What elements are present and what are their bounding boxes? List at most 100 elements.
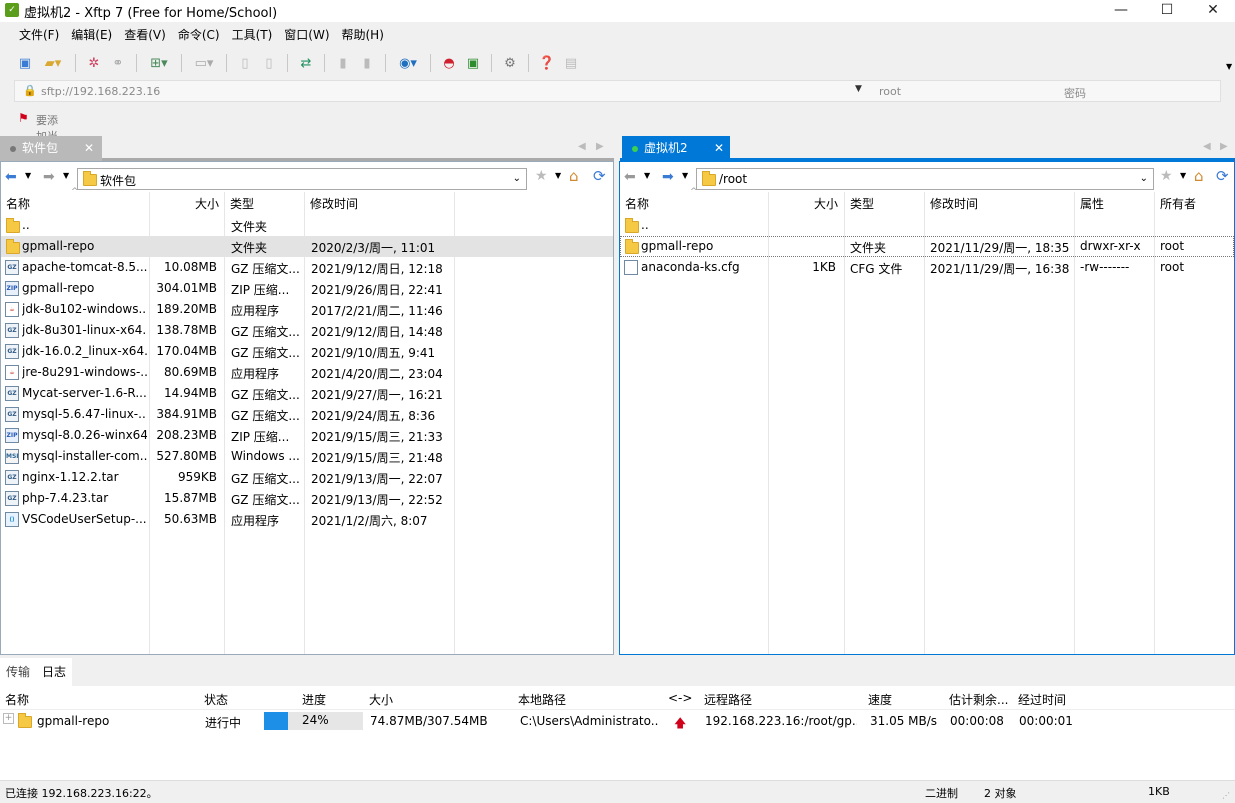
xshell-icon[interactable]: ◓ [438,52,460,74]
col-remote-path[interactable]: 远程路径 [704,691,752,708]
tab-transfers[interactable]: 传输 [0,658,37,686]
copy-icon[interactable]: ▯ [234,52,256,74]
tab-log[interactable]: 日志 [36,658,73,686]
menu-command[interactable]: 命令(C) [172,22,226,48]
menu-tools[interactable]: 工具(T) [226,22,279,48]
path-dropdown-icon[interactable]: ⌄ [513,173,521,184]
col-eta[interactable]: 估计剩余... [949,691,1008,708]
back-arrow-icon[interactable]: ⬅ [624,169,636,185]
favorites-dropdown-icon[interactable]: ▼ [1180,171,1186,180]
print-icon[interactable]: ▮ [356,52,378,74]
transfer-queue-icon[interactable]: ▭▾ [189,52,219,74]
forward-arrow-icon[interactable]: ➡ [662,169,674,185]
favorites-star-icon[interactable]: ★ [1160,168,1173,184]
menu-file[interactable]: 文件(F) [13,22,65,48]
col-size[interactable]: 大小 [814,195,838,212]
col-name[interactable]: 名称 [5,691,29,708]
disconnect-icon[interactable]: ✲ [83,52,105,74]
password-input[interactable]: 密码 [1064,85,1086,101]
menu-edit[interactable]: 编辑(E) [65,22,118,48]
forward-dropdown-icon[interactable]: ▼ [682,171,688,180]
minimize-button[interactable]: — [1098,0,1144,22]
resize-grip-icon[interactable]: ⋰ [1222,791,1230,800]
bookmark-flag-icon[interactable]: ⚑ [18,111,29,125]
new-session-icon[interactable]: ▣ [14,52,36,74]
local-file-row[interactable]: GZ php-7.4.23.tar 15.87MB GZ 压缩文... 2021/9/1… [1,488,613,509]
back-arrow-icon[interactable]: ⬅ [5,169,17,185]
col-name[interactable]: 名称 [625,195,649,212]
col-elapsed[interactable]: 经过时间 [1018,691,1066,708]
close-tab-icon[interactable]: ✕ [84,136,94,161]
col-mtime[interactable]: 修改时间 [310,195,358,212]
tab-scroll-left-icon[interactable]: ◀ [578,141,586,152]
refresh-icon[interactable]: ⟳ [593,167,606,185]
col-size[interactable]: 大小 [195,195,219,212]
col-type[interactable]: 类型 [230,195,254,212]
help-icon[interactable]: ❓ [536,52,558,74]
back-dropdown-icon[interactable]: ▼ [25,171,31,180]
username-input[interactable]: root [879,85,901,98]
col-mtime[interactable]: 修改时间 [930,195,978,212]
local-file-row[interactable]: GZ jdk-8u301-linux-x64... 138.78MB GZ 压缩文..… [1,320,613,341]
tab-scroll-right-icon[interactable]: ▶ [596,141,604,152]
back-dropdown-icon[interactable]: ▼ [644,171,650,180]
close-window-button[interactable]: ✕ [1190,0,1235,22]
xftp-icon[interactable]: ▣ [462,52,484,74]
remote-path-input[interactable]: /root ⌄ [696,168,1154,190]
home-icon[interactable]: ⌂ [569,167,579,185]
local-file-row[interactable]: GZ jdk-16.0.2_linux-x64... 170.04MB GZ 压缩文.… [1,341,613,362]
favorites-star-icon[interactable]: ★ [535,168,548,184]
local-file-row[interactable]: GZ nginx-1.12.2.tar 959KB GZ 压缩文... 2021/9/1… [1,467,613,488]
local-path-input[interactable]: 软件包 ⌄ [77,168,527,190]
transfer-row[interactable]: + gpmall-repo 进行中 24% 74.87MB/307.54MB C… [0,710,1235,732]
col-size[interactable]: 大小 [369,691,393,708]
col-progress[interactable]: 进度 [302,691,326,708]
local-file-row[interactable]: ZIP gpmall-repo 304.01MB ZIP 压缩... 2021/9/26… [1,278,613,299]
col-direction[interactable]: <-> [668,691,692,705]
remote-file-row[interactable]: anaconda-ks.cfg 1KB CFG 文件 2021/11/29/周一, 1… [620,257,1234,278]
compare-icon[interactable]: ▮ [332,52,354,74]
url-dropdown-icon[interactable]: ▼ [855,84,862,94]
expand-icon[interactable]: + [3,713,14,724]
col-local-path[interactable]: 本地路径 [518,691,566,708]
tab-remote-vm2[interactable]: 虚拟机2 ✕ [622,136,730,161]
menu-window[interactable]: 窗口(W) [278,22,335,48]
globe-icon[interactable]: ◉▾ [393,52,423,74]
open-folder-icon[interactable]: ▰▾ [38,52,68,74]
settings-gear-icon[interactable]: ⚙ [499,52,521,74]
remote-file-row[interactable]: .. [620,215,1234,236]
col-speed[interactable]: 速度 [868,691,892,708]
favorites-dropdown-icon[interactable]: ▼ [555,171,561,180]
col-owner[interactable]: 所有者 [1160,195,1196,212]
col-type[interactable]: 类型 [850,195,874,212]
local-file-row[interactable]: ZIP mysql-8.0.26-winx64 208.23MB ZIP 压缩... 2… [1,425,613,446]
local-file-row[interactable]: gpmall-repo 文件夹 2020/2/3/周一, 11:01 [1,236,613,257]
forward-arrow-icon[interactable]: ➡ [43,169,55,185]
local-file-row[interactable]: ☕ jre-8u291-windows-... 80.69MB 应用程序 2021/4/… [1,362,613,383]
local-file-row[interactable]: ⟨⟩ VSCodeUserSetup-... 50.63MB 应用程序 2021/1/2… [1,509,613,530]
tab-local-software[interactable]: 软件包 ✕ [0,136,102,161]
menu-view[interactable]: 查看(V) [118,22,172,48]
remote-file-row[interactable]: gpmall-repo 文件夹 2021/11/29/周一, 18:35 drwxr-… [620,236,1234,257]
menu-help[interactable]: 帮助(H) [336,22,390,48]
new-tab-icon[interactable]: ⊞▾ [144,52,174,74]
paste-icon[interactable]: ▯ [258,52,280,74]
col-status[interactable]: 状态 [204,691,228,708]
col-attributes[interactable]: 属性 [1080,195,1104,212]
col-name[interactable]: 名称 [6,195,30,212]
local-file-row[interactable]: GZ Mycat-server-1.6-R... 14.94MB GZ 压缩文... 2… [1,383,613,404]
close-tab-icon[interactable]: ✕ [714,136,724,161]
local-file-row[interactable]: GZ mysql-5.6.47-linux-... 384.91MB GZ 压缩文..… [1,404,613,425]
refresh-icon[interactable]: ⟳ [1216,167,1229,185]
maximize-button[interactable]: ☐ [1144,0,1190,22]
local-file-row[interactable]: ☕ jdk-8u102-windows... 189.20MB 应用程序 2017/2/… [1,299,613,320]
chat-icon[interactable]: ▤ [560,52,582,74]
tab-scroll-left-icon[interactable]: ◀ [1203,141,1211,152]
host-url-input[interactable]: sftp://192.168.223.16 [41,85,160,98]
sync-icon[interactable]: ⇄ [295,52,317,74]
local-file-row[interactable]: .. 文件夹 [1,215,613,236]
home-icon[interactable]: ⌂ [1194,167,1204,185]
tab-scroll-right-icon[interactable]: ▶ [1220,141,1228,152]
forward-dropdown-icon[interactable]: ▼ [63,171,69,180]
transfer-mode[interactable]: 二进制 [925,785,958,801]
